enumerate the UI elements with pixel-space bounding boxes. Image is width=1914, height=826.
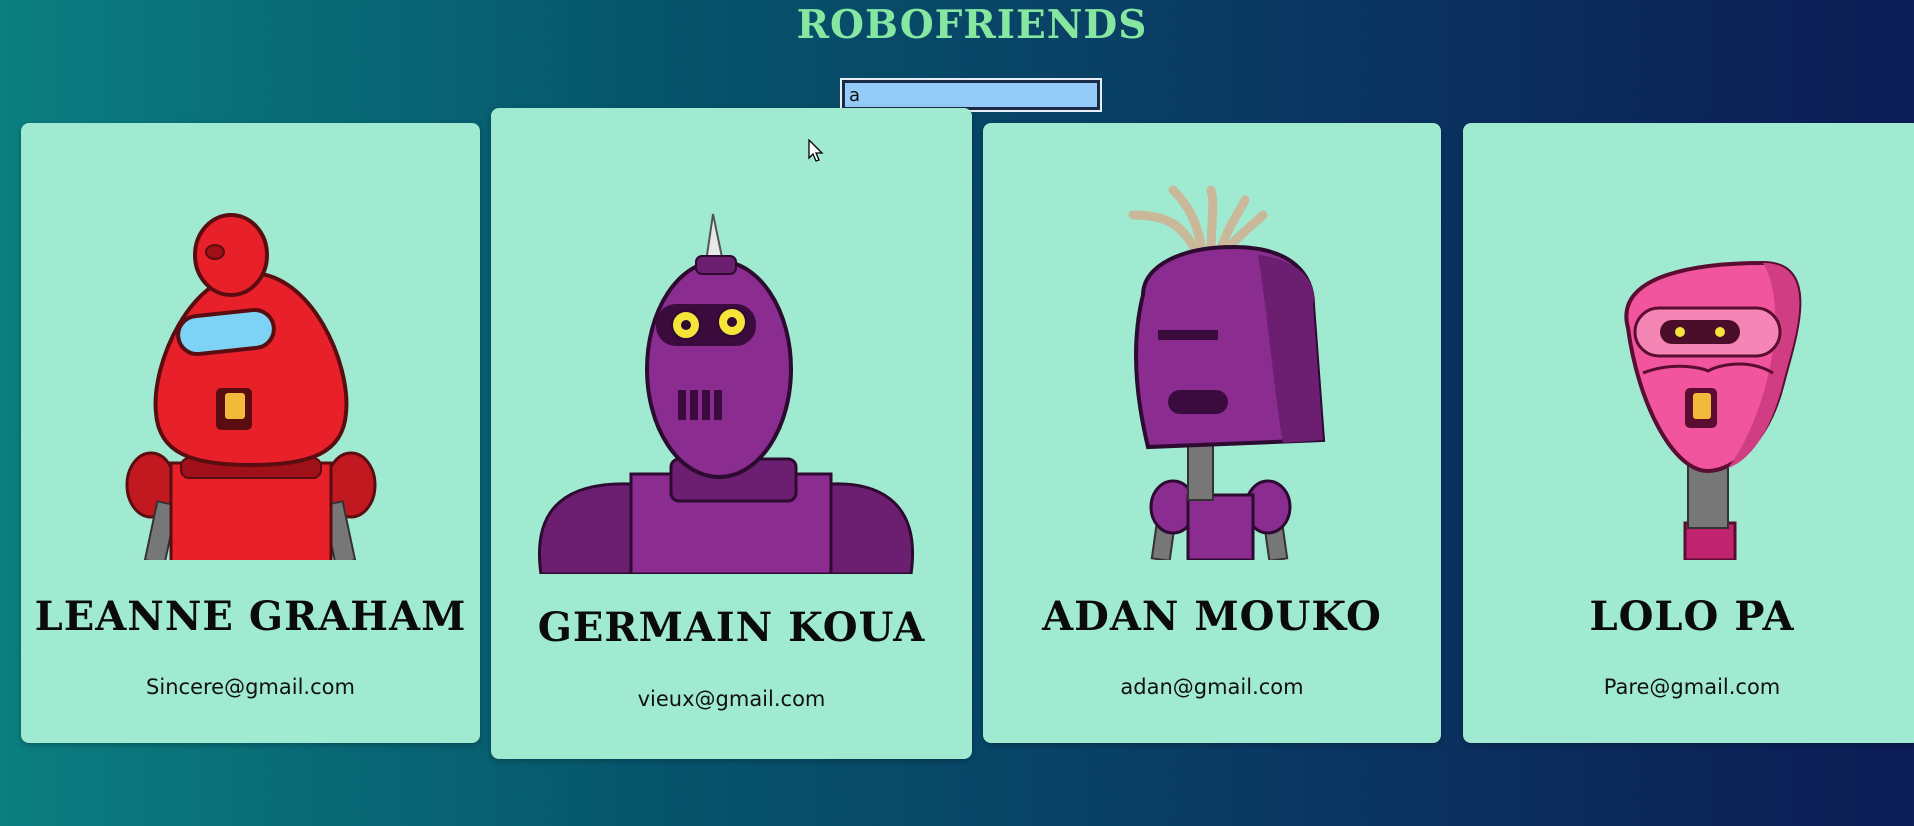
robot-name: LEANNE GRAHAM xyxy=(34,593,467,640)
robot-card[interactable]: GERMAIN KOUA vieux@gmail.com xyxy=(491,108,972,759)
red-robot-avatar xyxy=(125,213,377,560)
app-title: ROBOFRIENDS xyxy=(796,2,1148,48)
mouse-pointer-icon xyxy=(808,139,824,162)
robot-name: LOLO PA xyxy=(1589,593,1795,640)
search-input[interactable] xyxy=(840,78,1102,112)
robot-email: Sincere@gmail.com xyxy=(146,675,355,699)
purple-robot-avatar xyxy=(538,213,914,574)
purple-robot-avatar xyxy=(1128,185,1326,560)
robot-email: vieux@gmail.com xyxy=(637,687,826,711)
robot-email: Pare@gmail.com xyxy=(1603,675,1781,699)
robot-card[interactable]: ADAN MOUKO adan@gmail.com xyxy=(983,123,1441,743)
robot-card[interactable]: LEANNE GRAHAM Sincere@gmail.com xyxy=(21,123,480,743)
robot-email: adan@gmail.com xyxy=(1120,675,1304,699)
robot-name: ADAN MOUKO xyxy=(1042,593,1382,640)
robot-card[interactable]: LOLO PA Pare@gmail.com xyxy=(1463,123,1914,743)
robot-name: GERMAIN KOUA xyxy=(537,604,926,651)
pink-robot-avatar xyxy=(1624,260,1802,560)
